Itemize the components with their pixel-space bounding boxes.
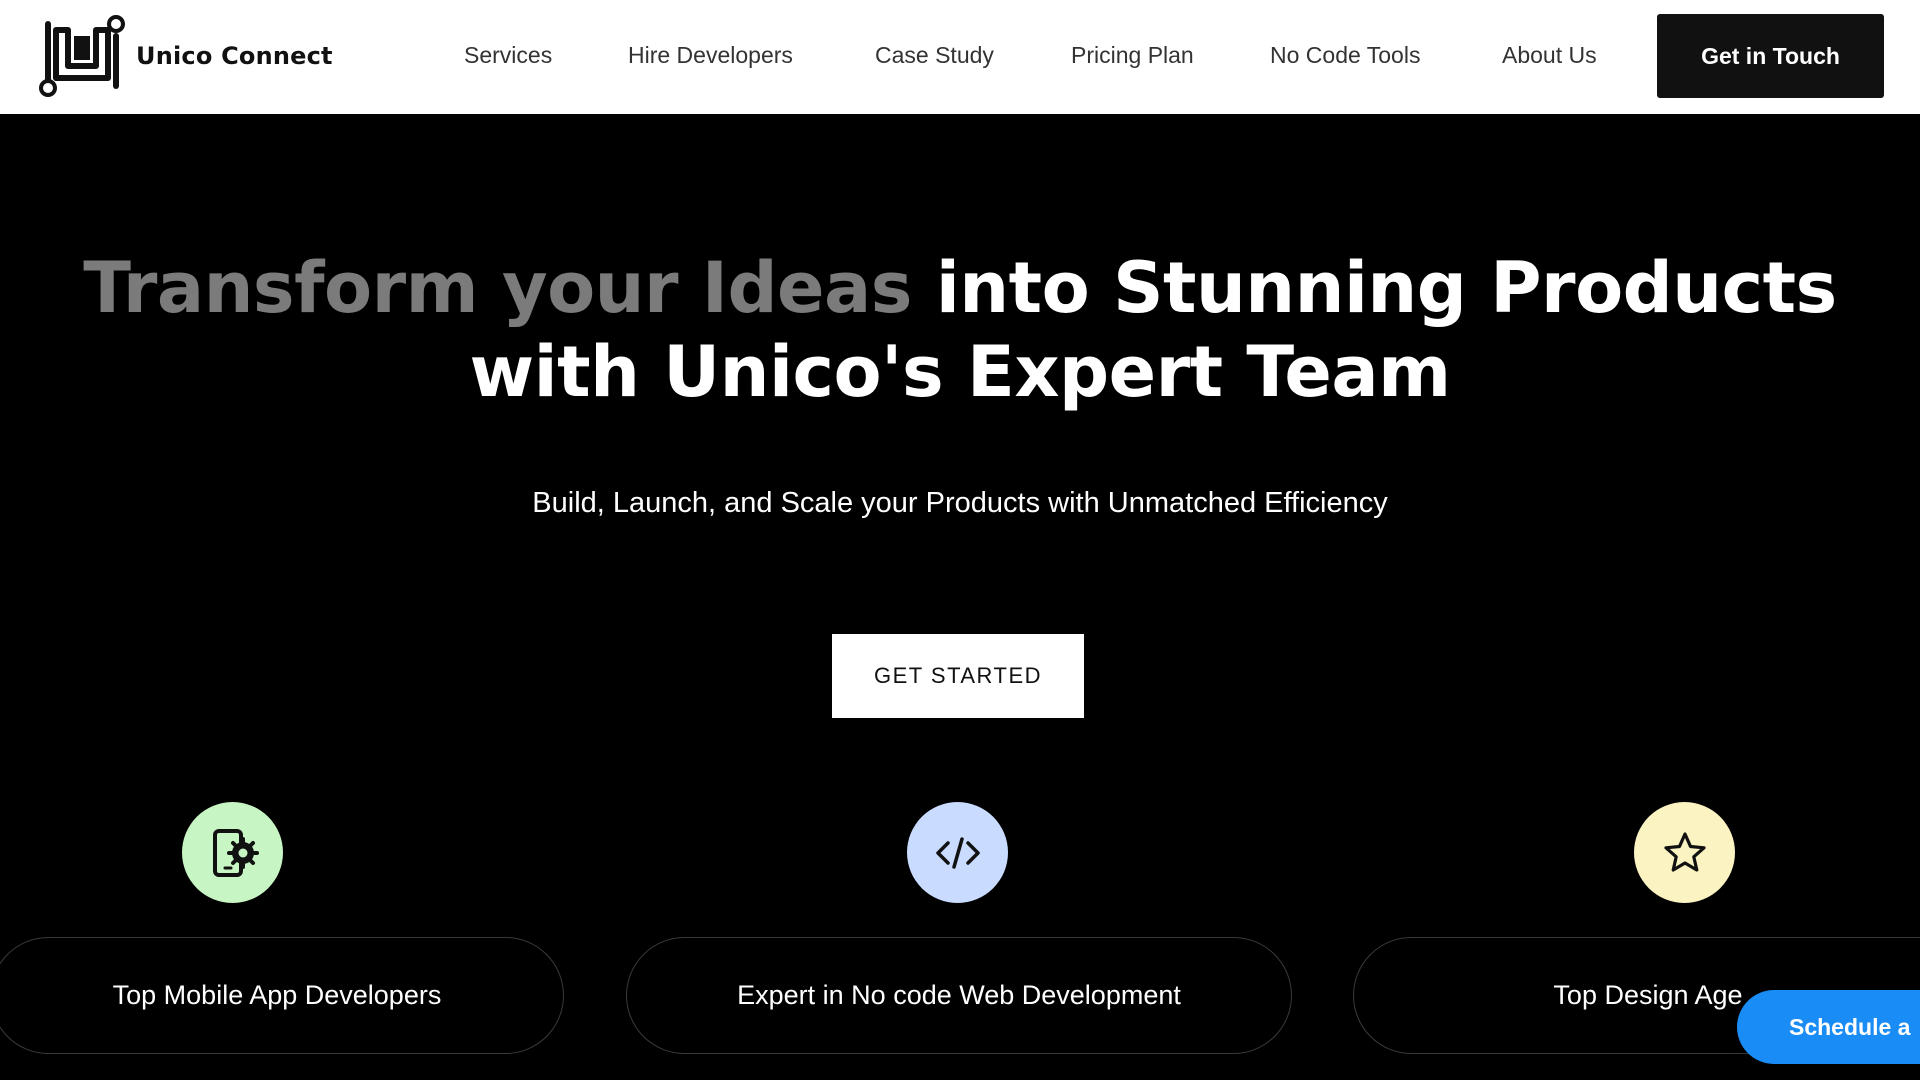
- nav-item-hire-developers[interactable]: Hire Developers: [628, 42, 793, 69]
- nav-item-no-code-tools[interactable]: No Code Tools: [1270, 42, 1420, 69]
- site-header: Unico Connect Services Hire Developers C…: [0, 0, 1920, 114]
- nav-item-about-us[interactable]: About Us: [1502, 42, 1597, 69]
- code-icon: [907, 802, 1008, 903]
- hero-title: Transform your Ideas into Stunning Produ…: [0, 246, 1920, 414]
- brand-name: Unico Connect: [136, 42, 333, 70]
- page: Unico Connect Services Hire Developers C…: [0, 0, 1920, 1080]
- feature-pill-no-code-web: Expert in No code Web Development: [626, 937, 1292, 1054]
- get-in-touch-button[interactable]: Get in Touch: [1657, 14, 1884, 98]
- nav-item-services[interactable]: Services: [464, 42, 552, 69]
- star-icon: [1634, 802, 1735, 903]
- unico-u-logo-icon: [38, 10, 126, 103]
- hero-subtitle: Build, Launch, and Scale your Products w…: [532, 487, 1388, 519]
- hero-title-line1: into Stunning Products: [935, 247, 1837, 329]
- mobile-settings-icon: [182, 802, 283, 903]
- nav-item-pricing-plan[interactable]: Pricing Plan: [1071, 42, 1194, 69]
- feature-pill-mobile-app: Top Mobile App Developers: [0, 937, 564, 1054]
- feature-label: Expert in No code Web Development: [737, 980, 1181, 1010]
- nav-item-case-study[interactable]: Case Study: [875, 42, 994, 69]
- feature-label: Top Mobile App Developers: [112, 980, 442, 1010]
- schedule-meeting-button[interactable]: Schedule a: [1737, 990, 1920, 1064]
- get-started-button[interactable]: GET STARTED: [832, 634, 1084, 718]
- hero-title-muted: Transform your Ideas: [83, 247, 912, 329]
- brand-logo[interactable]: Unico Connect: [38, 12, 333, 100]
- feature-label: Top Design Age: [1553, 980, 1743, 1010]
- hero-title-line2: with Unico's Expert Team: [469, 331, 1451, 413]
